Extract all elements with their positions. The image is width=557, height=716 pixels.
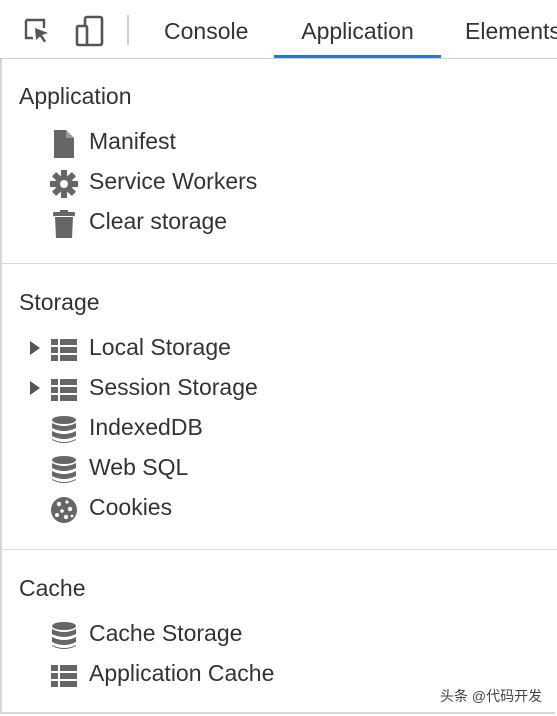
database-icon [50, 416, 78, 444]
sidebar-item-manifest[interactable]: Manifest [0, 126, 557, 160]
sidebar-item-service-workers[interactable]: Service Workers [0, 166, 557, 200]
cookie-icon [50, 496, 78, 524]
device-toolbar-icon[interactable] [73, 14, 107, 48]
file-icon [50, 130, 78, 158]
sidebar-item-session-storage[interactable]: Session Storage [0, 372, 557, 406]
grid-icon [50, 336, 78, 364]
tab-application[interactable]: Application [274, 0, 441, 58]
tab-elements[interactable]: Elements [465, 0, 557, 58]
trash-icon [50, 210, 78, 238]
expand-arrow-icon[interactable] [30, 341, 40, 355]
section-divider [2, 263, 557, 264]
select-element-icon[interactable] [20, 14, 54, 48]
sidebar-item-label: IndexedDB [89, 414, 203, 440]
sidebar-item-label: Local Storage [89, 334, 231, 360]
grid-icon [50, 662, 78, 690]
database-icon [50, 456, 78, 484]
sidebar-item-label: Cache Storage [89, 620, 243, 646]
sidebar-item-web-sql[interactable]: Web SQL [0, 452, 557, 486]
expand-arrow-icon[interactable] [30, 381, 40, 395]
grid-icon [50, 376, 78, 404]
gear-icon [50, 170, 78, 198]
sidebar-item-indexeddb[interactable]: IndexedDB [0, 412, 557, 446]
sidebar-item-label: Service Workers [89, 168, 258, 194]
sidebar-item-label: Application Cache [89, 660, 275, 686]
sidebar-item-label: Web SQL [89, 454, 189, 480]
database-icon [50, 622, 78, 650]
sidebar-item-label: Manifest [89, 128, 176, 154]
sidebar-item-label: Clear storage [89, 208, 228, 234]
sidebar-item-clear-storage[interactable]: Clear storage [0, 206, 557, 240]
section-title-storage: Storage [19, 289, 100, 315]
tab-console[interactable]: Console [164, 0, 248, 58]
watermark-text: 头条 @代码开发 [440, 688, 543, 704]
sidebar-item-local-storage[interactable]: Local Storage [0, 332, 557, 366]
sidebar-item-label: Session Storage [89, 374, 258, 400]
section-title-application: Application [19, 83, 132, 109]
devtools-toolbar: Console Application Elements [0, 0, 557, 59]
toolbar-separator [127, 15, 129, 45]
sidebar-item-cache-storage[interactable]: Cache Storage [0, 618, 557, 652]
sidebar-item-label: Cookies [89, 494, 173, 520]
section-divider [2, 549, 557, 550]
sidebar-item-cookies[interactable]: Cookies [0, 492, 557, 526]
section-title-cache: Cache [19, 575, 86, 601]
